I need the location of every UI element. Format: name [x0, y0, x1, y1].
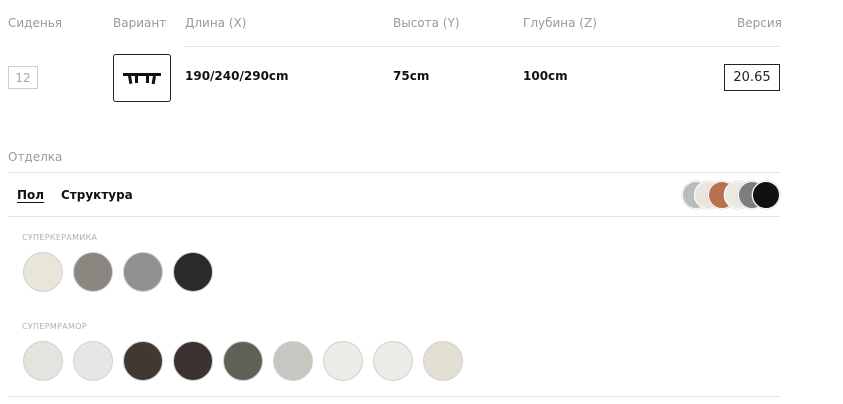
preview-dot — [752, 181, 780, 209]
depth-value: 100cm — [523, 69, 568, 83]
finish-divider-tabs — [8, 216, 780, 217]
tab-floor[interactable]: Пол — [17, 188, 44, 202]
swatch[interactable] — [273, 341, 313, 381]
finish-title: Отделка — [8, 150, 63, 164]
swatch[interactable] — [23, 341, 63, 381]
finish-divider-bottom — [8, 396, 780, 397]
header-variant: Вариант — [113, 16, 167, 30]
table-silhouette-icon — [123, 73, 161, 85]
header-depth: Глубина (Z) — [523, 16, 597, 30]
swatch[interactable] — [173, 252, 213, 292]
version-selector[interactable]: 20.65 — [724, 64, 780, 91]
swatch[interactable] — [423, 341, 463, 381]
tab-structure[interactable]: Структура — [61, 188, 133, 202]
swatch[interactable] — [123, 252, 163, 292]
swatch[interactable] — [23, 252, 63, 292]
length-value: 190/240/290cm — [185, 69, 289, 83]
header-divider — [185, 46, 780, 47]
header-seats: Сиденья — [8, 16, 62, 30]
swatch[interactable] — [73, 252, 113, 292]
header-height: Высота (Y) — [393, 16, 460, 30]
header-length: Длина (X) — [185, 16, 247, 30]
header-version: Версия — [737, 16, 782, 30]
swatch[interactable] — [123, 341, 163, 381]
swatch[interactable] — [173, 341, 213, 381]
swatch[interactable] — [223, 341, 263, 381]
swatch[interactable] — [73, 341, 113, 381]
swatch[interactable] — [373, 341, 413, 381]
selected-finish-preview — [682, 181, 782, 211]
swatch[interactable] — [323, 341, 363, 381]
seats-count: 12 — [8, 66, 38, 89]
variant-thumbnail[interactable] — [113, 54, 171, 102]
height-value: 75cm — [393, 69, 430, 83]
finish-divider-top — [8, 172, 780, 173]
group-label-supermarble: СУПЕРМРАМОР — [22, 322, 87, 331]
group-label-superceramic: СУПЕРКЕРАМИКА — [22, 233, 98, 242]
